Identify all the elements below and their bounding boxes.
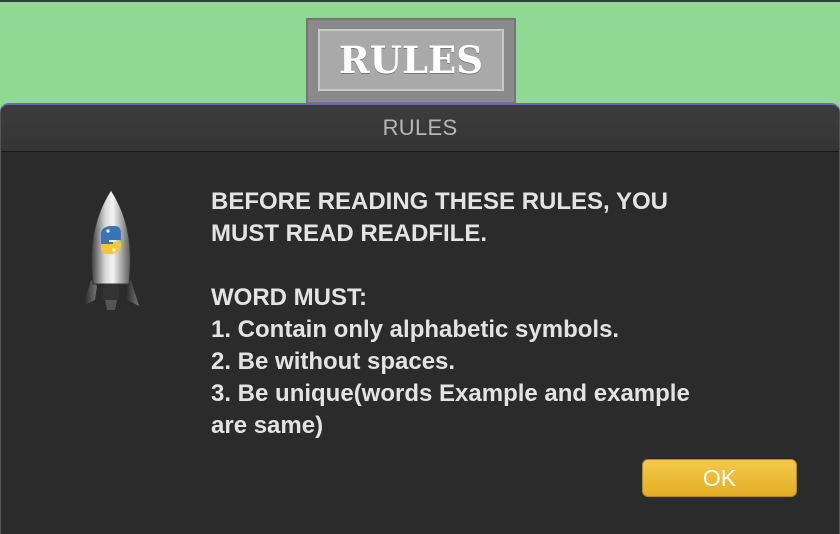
banner-title: RULES [318,29,504,91]
ok-button[interactable]: OK [642,459,797,497]
rules-dialog: RULES BEFORE READING THESE RULES, YOU MU… [0,103,840,534]
banner-frame: RULES [306,18,516,104]
app-background: RULES RULES BEFORE READING THESE RULES, … [0,0,840,534]
python-rocket-icon [83,189,139,310]
dialog-body: BEFORE READING THESE RULES, YOU MUST REA… [1,152,839,534]
dialog-message: BEFORE READING THESE RULES, YOU MUST REA… [211,188,690,439]
top-divider [0,0,840,2]
dialog-title: RULES [1,105,839,152]
